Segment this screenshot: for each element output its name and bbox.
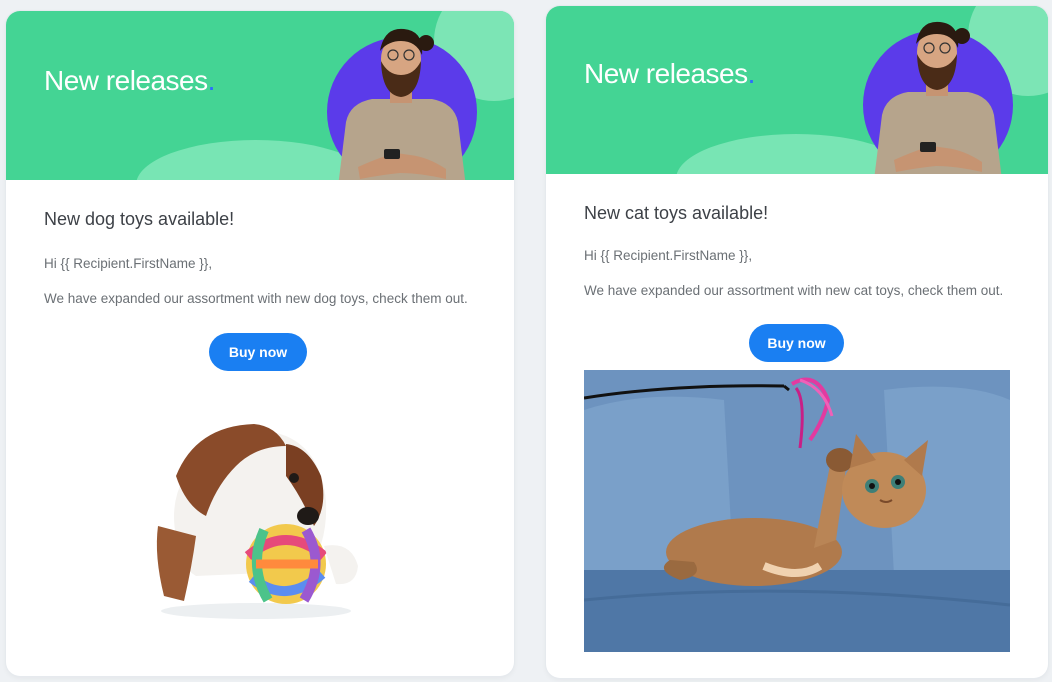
person-with-phone-image [863, 21, 1013, 174]
email-body-text: We have expanded our assortment with new… [584, 283, 1004, 298]
email-banner: New releases. [546, 6, 1048, 174]
email-body-text: We have expanded our assortment with new… [44, 291, 468, 306]
banner-title: New releases. [584, 58, 755, 89]
kitten-with-toy-image[interactable] [584, 370, 1010, 652]
buy-now-button[interactable]: Buy now [749, 324, 844, 362]
email-greeting: Hi {{ Recipient.FirstName }}, [44, 256, 213, 271]
email-greeting: Hi {{ Recipient.FirstName }}, [584, 248, 753, 263]
email-banner: New releases. [6, 11, 514, 180]
puppy-with-ball-image[interactable] [136, 406, 376, 621]
email-card-cat: New releases. New cat toys available! Hi… [546, 6, 1048, 678]
email-headline: New dog toys available! [44, 209, 235, 229]
banner-title: New releases. [44, 65, 215, 96]
email-headline: New cat toys available! [584, 203, 769, 223]
buy-now-button[interactable]: Buy now [209, 333, 307, 371]
person-with-phone-image [327, 28, 477, 180]
email-card-dog: New releases. New dog toys available! Hi… [6, 11, 514, 676]
